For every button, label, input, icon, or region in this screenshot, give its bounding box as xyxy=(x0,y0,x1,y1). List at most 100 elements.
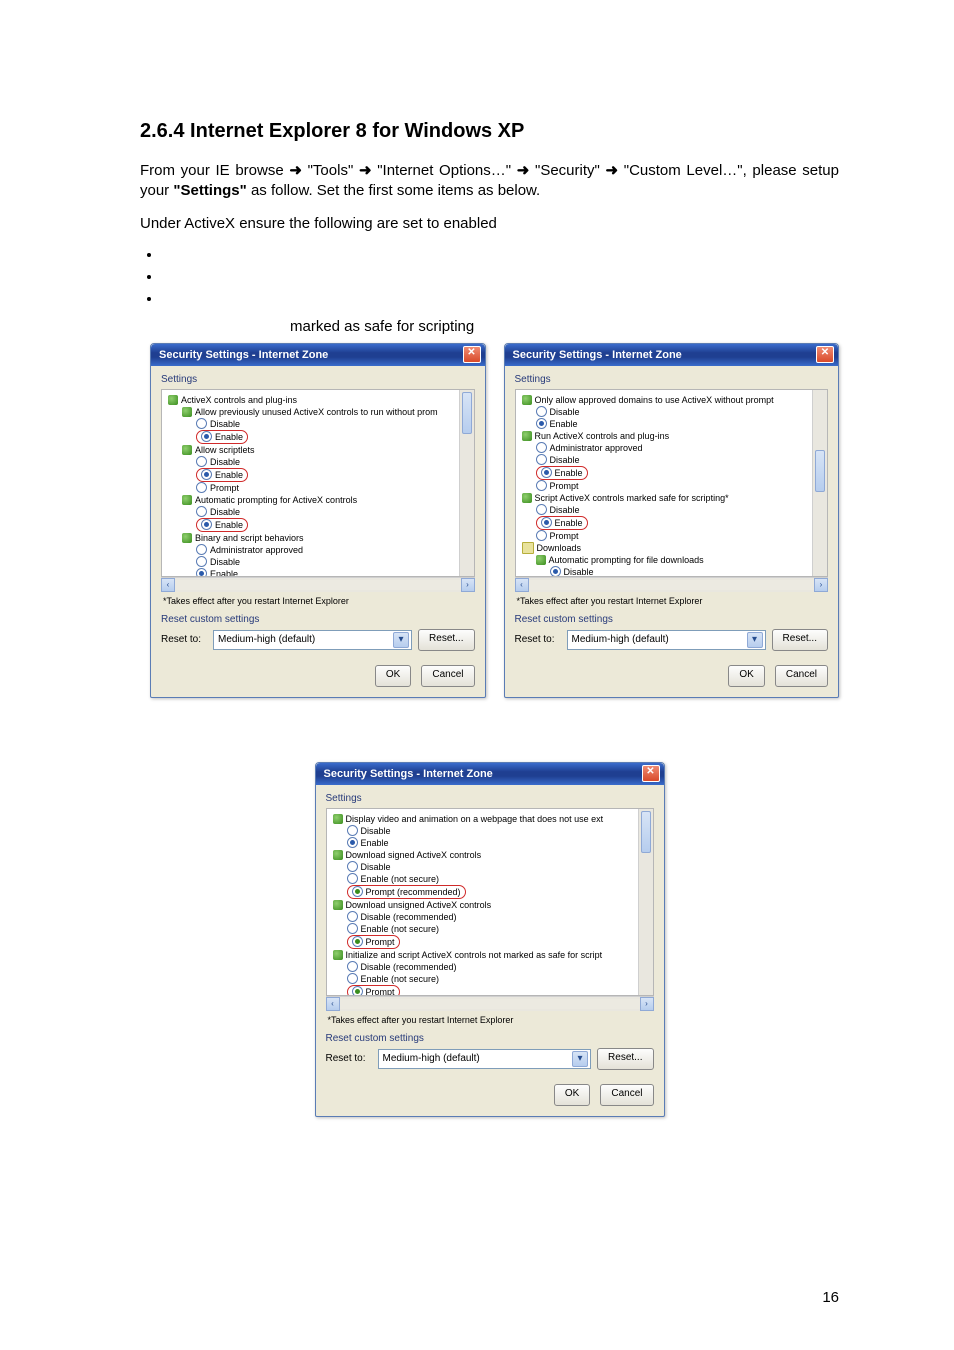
radio-option[interactable] xyxy=(352,936,363,947)
radio-option[interactable] xyxy=(347,961,358,972)
radio-option[interactable] xyxy=(536,406,547,417)
radio-option[interactable] xyxy=(541,467,552,478)
setting-label: Disable xyxy=(564,566,594,577)
radio-option[interactable] xyxy=(347,837,358,848)
setting-label: Prompt xyxy=(550,530,579,542)
radio-option[interactable] xyxy=(196,456,207,467)
settings-tree[interactable]: Only allow approved domains to use Activ… xyxy=(515,389,829,577)
close-button[interactable]: ✕ xyxy=(463,346,481,363)
radio-option[interactable] xyxy=(541,517,552,528)
setting-label: Enable (not secure) xyxy=(361,923,440,935)
radio-option[interactable] xyxy=(347,825,358,836)
radio-option[interactable] xyxy=(536,454,547,465)
radio-option[interactable] xyxy=(196,544,207,555)
radio-option[interactable] xyxy=(536,480,547,491)
setting-label: Administrator approved xyxy=(550,442,643,454)
setting-row: Enable xyxy=(522,466,824,480)
radio-option[interactable] xyxy=(352,886,363,897)
vertical-scrollbar[interactable] xyxy=(459,390,474,576)
setting-row: Allow scriptlets xyxy=(168,444,470,456)
highlighted-option: Enable xyxy=(196,468,248,482)
setting-row: Disable xyxy=(168,556,470,568)
scroll-left-button[interactable]: ‹ xyxy=(161,578,175,592)
radio-option[interactable] xyxy=(347,923,358,934)
setting-label: Downloads xyxy=(537,542,582,554)
horizontal-scrollbar[interactable]: ‹› xyxy=(326,996,654,1011)
highlighted-option: Prompt xyxy=(347,935,400,949)
horizontal-scrollbar[interactable]: ‹› xyxy=(515,577,829,592)
close-button[interactable]: ✕ xyxy=(642,765,660,782)
arrow-icon: ➜ xyxy=(359,162,372,179)
setting-label: Prompt xyxy=(550,480,579,492)
setting-label: Disable xyxy=(210,506,240,518)
setting-row: Enable xyxy=(522,516,824,530)
radio-option[interactable] xyxy=(347,911,358,922)
radio-option[interactable] xyxy=(347,873,358,884)
reset-level-dropdown[interactable]: Medium-high (default)▾ xyxy=(567,630,766,650)
setting-label: Enable xyxy=(210,568,238,577)
setting-row: Allow previously unused ActiveX controls… xyxy=(168,406,470,418)
radio-option[interactable] xyxy=(196,556,207,567)
radio-option[interactable] xyxy=(196,418,207,429)
reset-level-dropdown[interactable]: Medium-high (default)▾ xyxy=(378,1049,592,1069)
radio-option[interactable] xyxy=(201,519,212,530)
scroll-left-button[interactable]: ‹ xyxy=(326,997,340,1011)
reset-level-dropdown[interactable]: Medium-high (default)▾ xyxy=(213,630,412,650)
radio-option[interactable] xyxy=(536,442,547,453)
setting-row: Script ActiveX controls marked safe for … xyxy=(522,492,824,504)
setting-label: Enable (not secure) xyxy=(361,973,440,985)
setting-label: Automatic prompting for file downloads xyxy=(549,554,704,566)
ok-button[interactable]: OK xyxy=(728,665,764,687)
scroll-right-button[interactable]: › xyxy=(814,578,828,592)
setting-label: Prompt xyxy=(210,482,239,494)
radio-option[interactable] xyxy=(536,530,547,541)
radio-option[interactable] xyxy=(201,431,212,442)
radio-option[interactable] xyxy=(196,506,207,517)
reset-button[interactable]: Reset... xyxy=(597,1048,653,1070)
dropdown-value: Medium-high (default) xyxy=(383,1053,480,1064)
setting-row: Prompt xyxy=(522,530,824,542)
highlighted-option: Enable xyxy=(536,466,588,480)
scroll-right-button[interactable]: › xyxy=(640,997,654,1011)
settings-tree[interactable]: Display video and animation on a webpage… xyxy=(326,808,654,996)
radio-option[interactable] xyxy=(196,482,207,493)
settings-tree[interactable]: ActiveX controls and plug-insAllow previ… xyxy=(161,389,475,577)
reset-to-label: Reset to: xyxy=(161,634,207,645)
radio-option[interactable] xyxy=(196,568,207,577)
setting-label: Enable xyxy=(361,837,389,849)
vertical-scrollbar[interactable] xyxy=(812,390,827,576)
radio-option[interactable] xyxy=(550,566,561,577)
setting-row: Download unsigned ActiveX controls xyxy=(333,899,649,911)
vertical-scrollbar[interactable] xyxy=(638,809,653,995)
radio-option[interactable] xyxy=(352,986,363,996)
horizontal-scrollbar[interactable]: ‹› xyxy=(161,577,475,592)
setting-row: Prompt xyxy=(522,480,824,492)
cancel-button[interactable]: Cancel xyxy=(421,665,474,687)
radio-option[interactable] xyxy=(347,861,358,872)
reset-button[interactable]: Reset... xyxy=(772,629,828,651)
scroll-right-button[interactable]: › xyxy=(461,578,475,592)
setting-row: Only allow approved domains to use Activ… xyxy=(522,394,824,406)
setting-icon xyxy=(182,533,192,543)
text: "Security" xyxy=(535,162,606,179)
radio-option[interactable] xyxy=(347,973,358,984)
reset-button[interactable]: Reset... xyxy=(418,629,474,651)
setting-label: Enable xyxy=(555,517,583,529)
cancel-button[interactable]: Cancel xyxy=(775,665,828,687)
radio-option[interactable] xyxy=(536,504,547,515)
ok-button[interactable]: OK xyxy=(375,665,411,687)
scroll-left-button[interactable]: ‹ xyxy=(515,578,529,592)
radio-option[interactable] xyxy=(201,469,212,480)
setting-label: Initialize and script ActiveX controls n… xyxy=(346,949,603,961)
radio-option[interactable] xyxy=(536,418,547,429)
setting-icon xyxy=(333,814,343,824)
setting-label: Download unsigned ActiveX controls xyxy=(346,899,492,911)
section-heading: 2.6.4 Internet Explorer 8 for Windows XP xyxy=(140,120,839,143)
setting-row: Administrator approved xyxy=(522,442,824,454)
setting-label: Disable xyxy=(550,504,580,516)
setting-label: Prompt xyxy=(366,936,395,948)
cancel-button[interactable]: Cancel xyxy=(600,1084,653,1106)
close-button[interactable]: ✕ xyxy=(816,346,834,363)
setting-row: Enable xyxy=(168,430,470,444)
ok-button[interactable]: OK xyxy=(554,1084,590,1106)
